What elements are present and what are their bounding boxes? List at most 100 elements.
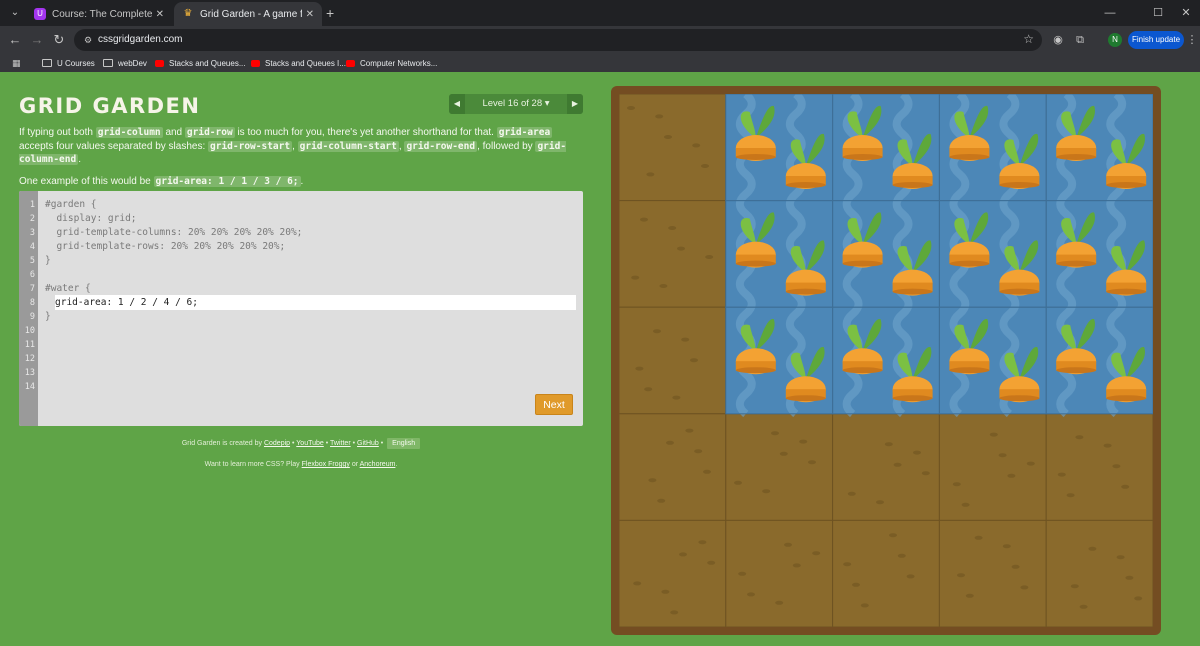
soil-speck xyxy=(644,387,653,392)
next-level-button[interactable]: ▶ xyxy=(567,94,583,114)
bookmark-computer-networks[interactable]: Computer Networks... xyxy=(346,57,437,69)
soil-speck xyxy=(974,535,983,540)
bookmark-star-icon[interactable]: ☆ xyxy=(1023,32,1034,46)
soil-speck xyxy=(661,589,670,594)
soil-speck xyxy=(1020,585,1029,590)
soil-cell xyxy=(1045,413,1153,521)
soil-cell xyxy=(832,519,940,627)
more-games-line: Want to learn more CSS? Play Flexbox Fro… xyxy=(19,461,583,468)
forward-button[interactable]: → xyxy=(28,31,46,49)
close-window-button[interactable]: ✕ xyxy=(1168,0,1200,26)
code-keyword: grid-row-start xyxy=(208,140,293,152)
minimize-button[interactable]: — xyxy=(1092,0,1128,26)
soil-speck xyxy=(1112,464,1121,469)
carrot-shadow xyxy=(999,182,1040,188)
soil-speck xyxy=(679,552,687,557)
apps-icon[interactable]: ▦ xyxy=(12,58,21,69)
reload-button[interactable]: ↻ xyxy=(50,31,68,49)
close-icon[interactable]: ✕ xyxy=(156,9,164,20)
carrot-shadow xyxy=(949,260,990,267)
soil-cell xyxy=(938,519,1047,627)
soil-speck xyxy=(738,571,747,576)
camera-icon[interactable]: ◉ xyxy=(1050,32,1066,48)
anchoreum-link[interactable]: Anchoreum xyxy=(360,461,396,468)
soil-cell xyxy=(1045,519,1153,627)
bookmark-webdev[interactable]: webDev xyxy=(103,57,147,69)
bookmark-label: Stacks and Queues... xyxy=(169,58,246,68)
soil-speck xyxy=(1075,435,1084,440)
carrot-shadow xyxy=(892,182,933,188)
instruction-text: . xyxy=(300,175,304,187)
css-answer-input[interactable]: grid-area: 1 / 2 / 4 / 6; xyxy=(55,295,576,310)
carrot-shadow xyxy=(735,260,776,267)
line-number: 13 xyxy=(24,368,35,378)
extensions-icon[interactable]: ⧉ xyxy=(1072,32,1088,48)
carrot-shadow xyxy=(785,182,826,188)
back-button[interactable]: ← xyxy=(6,31,24,49)
level-indicator[interactable]: Level 16 of 28 ▾ xyxy=(465,94,567,114)
github-link[interactable]: GitHub xyxy=(357,440,379,447)
profile-avatar[interactable]: N xyxy=(1108,33,1122,47)
carrot-shadow xyxy=(949,154,990,160)
youtube-link[interactable]: YouTube xyxy=(296,440,324,447)
credits-text: Grid Garden is created by xyxy=(181,440,263,447)
carrot-shadow xyxy=(735,367,776,374)
soil-speck xyxy=(784,542,792,547)
soil-speck xyxy=(921,471,930,476)
carrot-shadow xyxy=(892,288,933,295)
finish-update-button[interactable]: Finish update xyxy=(1128,31,1184,49)
soil-speck xyxy=(664,135,672,139)
bookmark-stacks-queues-2[interactable]: Stacks and Queues I... xyxy=(251,57,346,69)
close-icon[interactable]: ✕ xyxy=(306,9,314,20)
soil-speck xyxy=(961,502,970,507)
bookmark-label: Computer Networks... xyxy=(360,58,438,68)
next-button[interactable]: Next xyxy=(535,394,573,415)
code-keyword: grid-area: 1 / 1 / 3 / 6; xyxy=(153,175,301,187)
url-text: cssgridgarden.com xyxy=(98,34,183,45)
soil-speck xyxy=(775,600,784,605)
browser-toolbar: ← → ↻ ⚙ cssgridgarden.com ☆ ◉ ⧉ N Finish… xyxy=(0,26,1200,54)
new-tab-button[interactable]: + xyxy=(326,4,334,22)
soil-speck xyxy=(1121,484,1130,489)
bookmark-stacks-queues-1[interactable]: Stacks and Queues... xyxy=(155,57,246,69)
flexbox-froggy-link[interactable]: Flexbox Froggy xyxy=(302,461,350,468)
code-keyword: grid-area xyxy=(496,127,553,138)
instruction-text: accepts four values separated by slashes… xyxy=(19,140,206,152)
soil-speck xyxy=(957,573,965,578)
code-keyword: grid-column xyxy=(95,127,163,138)
tab-search-button[interactable]: ⌄ xyxy=(6,4,24,22)
tab-udemy-course[interactable]: U Course: The Complete Full-Stac ✕ xyxy=(26,2,172,26)
soil-speck xyxy=(677,246,685,251)
soil-speck xyxy=(672,395,681,400)
separator: • xyxy=(292,440,295,447)
bookmark-u-courses[interactable]: U Courses xyxy=(42,57,95,69)
line-number: 4 xyxy=(29,242,35,252)
soil-speck xyxy=(648,478,657,483)
instruction-example: One example of this would be grid-area: … xyxy=(19,175,587,189)
line-number: 14 xyxy=(24,382,35,392)
soil-speck xyxy=(1002,544,1011,549)
soil-cell xyxy=(832,413,940,521)
code-line: } xyxy=(45,255,51,266)
soil-speck xyxy=(913,450,921,455)
twitter-link[interactable]: Twitter xyxy=(330,440,351,447)
address-bar[interactable]: ⚙ cssgridgarden.com ☆ xyxy=(74,29,1042,51)
code-keyword: grid-row-end xyxy=(404,140,478,152)
site-info-icon[interactable]: ⚙ xyxy=(82,34,94,46)
garden-icon: ♛ xyxy=(183,8,193,19)
tab-title: Course: The Complete Full-Stac xyxy=(52,8,152,20)
language-selector[interactable]: English xyxy=(387,438,421,449)
line-number: 1 xyxy=(29,200,35,210)
soil-speck xyxy=(705,255,714,259)
previous-level-button[interactable]: ◀ xyxy=(449,94,465,114)
instruction-text: and xyxy=(165,127,183,138)
tab-grid-garden[interactable]: ♛ Grid Garden - A game for learni ✕ xyxy=(174,2,322,26)
soil-speck xyxy=(655,114,664,119)
menu-icon[interactable]: ⋮ xyxy=(1184,32,1200,48)
instruction-text: , xyxy=(292,140,295,152)
soil-speck xyxy=(847,491,856,496)
code-line: #garden { xyxy=(45,199,97,210)
soil-speck xyxy=(657,498,666,503)
level-instructions: If typing out both grid-column and grid-… xyxy=(19,126,587,196)
codepip-link[interactable]: Codepip xyxy=(264,440,290,447)
